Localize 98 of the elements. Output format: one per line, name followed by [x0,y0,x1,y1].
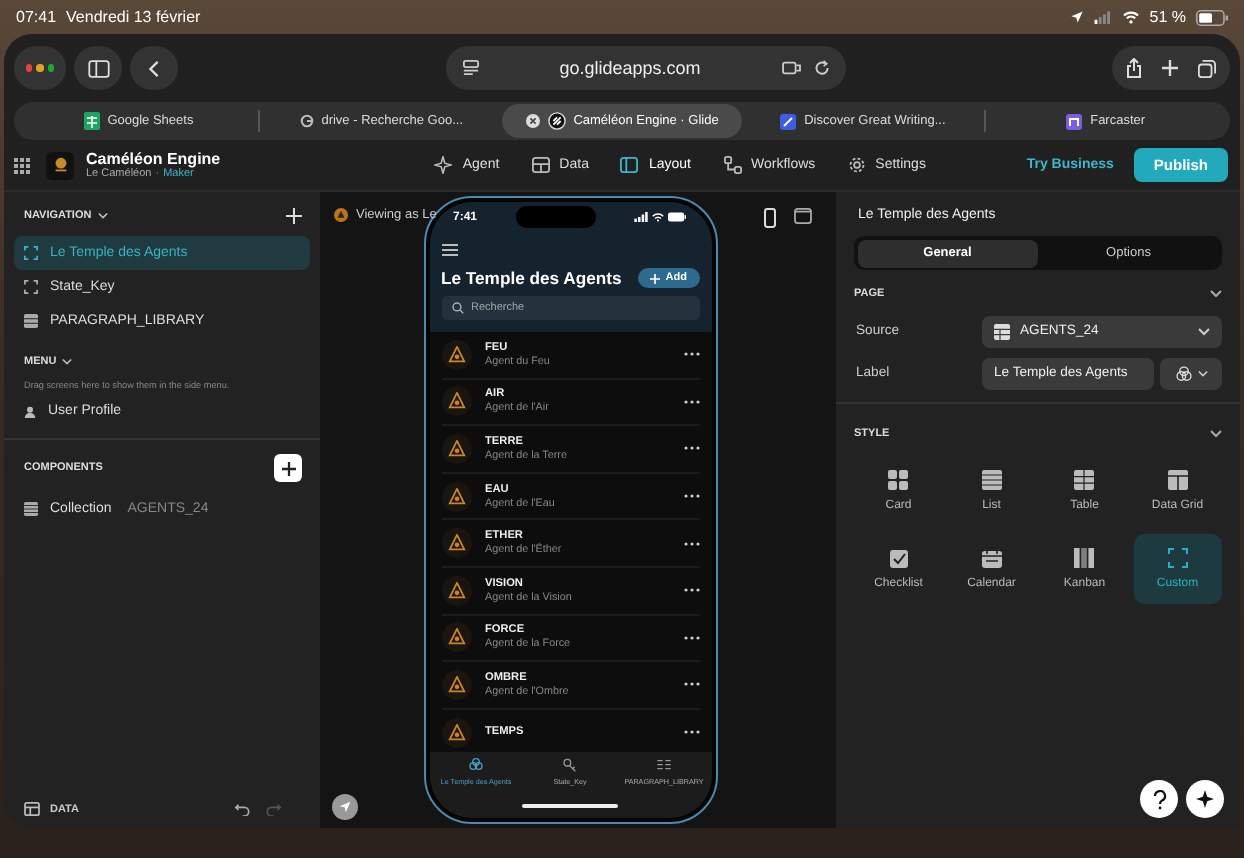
more-icon[interactable] [683,352,699,357]
emblem-icon [441,433,471,464]
page-menu-icon[interactable] [461,60,479,76]
chevron-left-icon [148,59,160,77]
custom-style-icon [1167,548,1188,568]
tablet-icon[interactable] [794,208,812,224]
undo-icon[interactable] [232,803,250,815]
more-icon[interactable] [683,635,699,640]
chevron-down-icon [1197,369,1207,377]
sparkle-icon [434,156,453,174]
location-arrow-icon [1069,10,1084,24]
sparkle-icon[interactable] [1186,780,1224,818]
workflow-icon [723,156,741,174]
back-button[interactable] [130,46,178,90]
chevron-down-icon[interactable] [62,358,73,366]
more-icon[interactable] [683,446,699,451]
more-icon[interactable] [683,682,699,687]
user-icon [24,405,36,417]
window-controls-button[interactable] [14,46,66,90]
emblem-icon [441,717,471,748]
plus-icon [281,461,295,475]
screen-frame-icon [24,246,38,260]
kanban-style-icon [1074,548,1095,568]
battery-percentage: 51 % [1149,8,1186,26]
list-icon [24,502,38,516]
more-icon[interactable] [683,541,699,546]
wifi-icon [652,212,665,222]
reload-icon[interactable] [813,60,829,76]
home-indicator [522,804,618,807]
apps-grid-icon[interactable] [14,157,30,173]
url-text: go.glideapps.com [557,58,703,78]
app-logo-icon [547,112,566,130]
emblem-icon [441,575,471,606]
overlap-circles-icon [1175,365,1191,381]
more-icon[interactable] [683,730,699,735]
battery-icon [668,212,687,222]
more-icon[interactable] [683,399,699,404]
app-logo-icon [46,151,74,179]
layout-icon [620,156,639,174]
help-icon[interactable] [1140,780,1178,818]
signal-icon [1093,10,1112,24]
site-icon [299,114,314,128]
emblem-icon [441,622,471,653]
emblem-icon [441,669,471,700]
gear-icon [847,156,866,174]
grid-style-icon [1167,470,1188,490]
emblem-icon [441,339,471,370]
emblem-icon [441,386,471,417]
tab-icon [562,758,578,774]
sidebar-toggle-button[interactable] [74,46,122,90]
screen-title: Le Temple des Agents [441,268,622,288]
add-component-button[interactable] [274,454,302,482]
card-style-icon [888,470,909,490]
app-name: Caméléon Engine [86,150,223,168]
bind-value-button[interactable] [1160,357,1222,389]
battery-icon [1196,9,1228,25]
emblem-icon [441,481,471,512]
writing-site-icon [780,113,797,129]
phone-icon[interactable] [764,208,776,228]
chevron-down-icon[interactable] [97,212,108,220]
signal-icon [634,212,649,222]
tabs-overview-icon[interactable] [1198,59,1216,77]
pointer-icon [338,800,352,814]
table-icon [24,314,38,328]
tab-icon [656,758,672,774]
plus-icon[interactable] [1162,60,1178,76]
arch-logo-icon [1066,113,1083,129]
spreadsheet-icon [83,112,100,130]
table-style-icon [1074,470,1095,490]
table-icon [24,802,40,816]
tab-icon [468,758,484,774]
wifi-icon [1121,10,1140,24]
calendar-style-icon [981,548,1002,568]
reader-icon[interactable] [781,60,801,76]
table-icon [994,323,1010,339]
emblem-icon [441,528,471,559]
hamburger-menu-icon[interactable] [441,244,457,256]
list-style-icon [981,470,1002,490]
cursor-mode-button[interactable] [332,794,358,820]
chevron-down-icon [1198,327,1210,335]
chevron-down-icon[interactable] [1210,430,1222,438]
clock-time: 07:41 [16,8,57,26]
table-icon [531,156,550,174]
screen-frame-icon [24,280,38,294]
close-icon[interactable] [525,114,540,128]
share-icon[interactable] [1126,58,1142,78]
dynamic-island [516,206,596,228]
checklist-style-icon [888,548,909,568]
more-icon[interactable] [683,494,699,499]
search-icon [451,302,463,314]
plus-icon [649,273,660,283]
add-icon[interactable] [286,208,302,224]
date-text: Vendredi 13 février [66,8,201,26]
chevron-down-icon[interactable] [1210,290,1222,298]
more-icon[interactable] [683,588,699,593]
emblem-icon [334,208,348,222]
sidebar-icon [87,59,109,77]
address-bar[interactable]: go.glideapps.com [445,46,845,90]
